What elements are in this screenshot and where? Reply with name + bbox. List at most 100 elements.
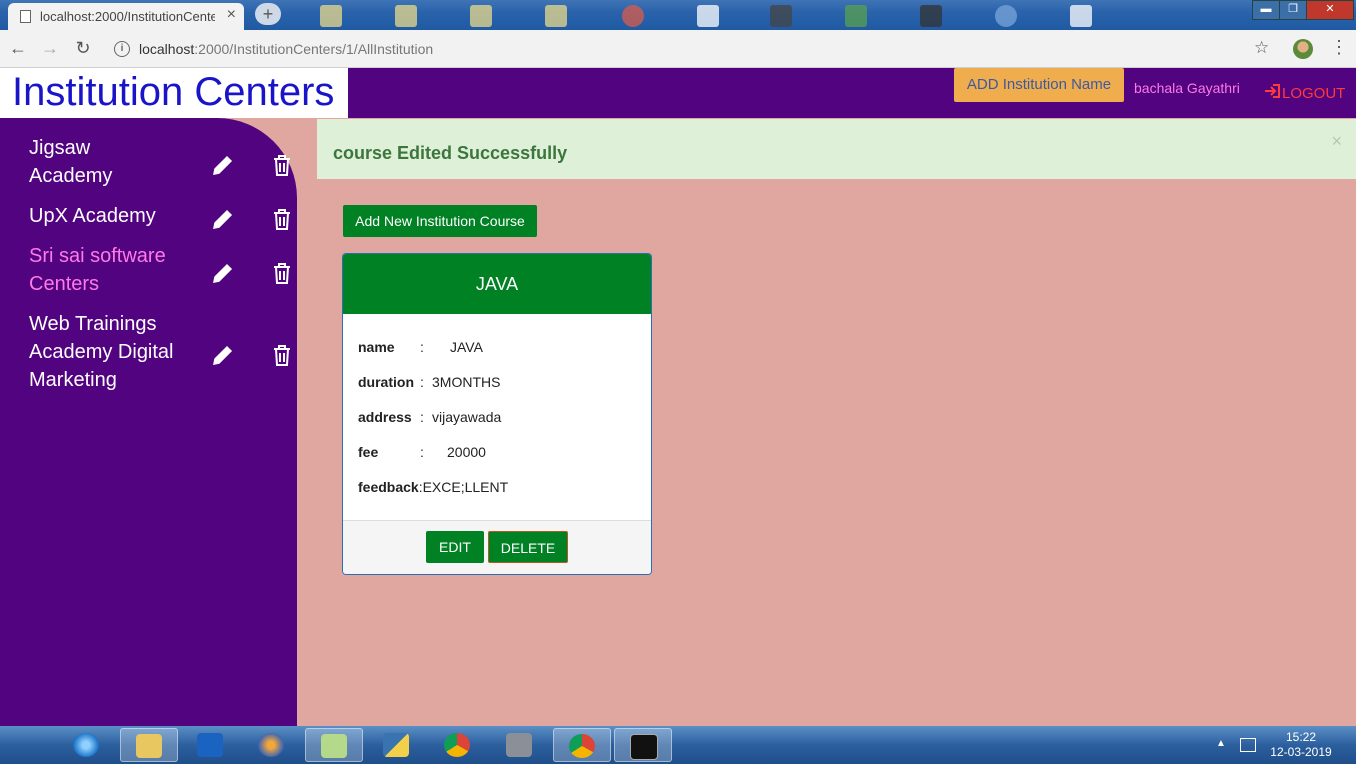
course-field-feedback: feedback:EXCE;LLENT	[358, 479, 508, 495]
chrome-icon	[444, 733, 470, 757]
course-title: JAVA	[343, 254, 651, 314]
field-label: feedback	[358, 479, 419, 495]
minimize-button[interactable]: ▬	[1252, 0, 1280, 20]
url-host: localhost	[139, 41, 195, 57]
taskbar-python[interactable]	[368, 728, 426, 762]
taskbar-notepad[interactable]	[305, 728, 363, 762]
brand-title: Institution Centers	[12, 70, 335, 114]
field-value: 20000	[447, 444, 486, 460]
sidebar-item-label: Centers	[29, 273, 100, 295]
sidebar-item-label: Marketing	[29, 369, 117, 391]
taskbar-deco	[697, 5, 719, 27]
taskbar-deco	[320, 5, 342, 27]
edit-pencil-icon[interactable]	[211, 207, 235, 231]
tray-arrow-icon[interactable]: ▲	[1216, 738, 1226, 749]
sidebar-item-label: Jigsaw	[29, 137, 91, 159]
database-icon	[506, 733, 532, 757]
taskbar-deco	[545, 5, 567, 27]
taskbar-deco	[622, 5, 644, 27]
success-alert: course Edited Successfully ×	[317, 119, 1356, 179]
page-icon	[20, 10, 31, 23]
taskbar-maxthon[interactable]	[182, 728, 240, 762]
taskbar-chrome[interactable]	[429, 728, 487, 762]
add-institution-button[interactable]: ADD Institution Name	[954, 68, 1124, 102]
terminal-icon	[630, 734, 658, 760]
field-value: 3MONTHS	[432, 374, 501, 390]
taskbar-deco	[995, 5, 1017, 27]
taskbar-deco	[845, 5, 867, 27]
taskbar-deco	[920, 5, 942, 27]
reload-icon[interactable]: ↻	[73, 38, 93, 58]
back-icon[interactable]: ←	[8, 38, 28, 58]
folder-icon	[136, 734, 162, 758]
maxthon-icon	[197, 733, 223, 757]
edit-pencil-icon[interactable]	[211, 343, 235, 367]
browser-tab-bar: localhost:2000/InstitutionCenters × + ▬ …	[0, 0, 1356, 30]
menu-kebab-icon[interactable]: ⋮	[1330, 37, 1348, 58]
url-text: localhost:2000/InstitutionCenters/1/AllI…	[139, 41, 433, 57]
course-card: JAVA name: JAVA duration:3MONTHS address:…	[342, 253, 652, 575]
chrome-icon	[569, 734, 595, 758]
network-icon[interactable]	[1240, 738, 1256, 752]
url-input[interactable]: i localhost:2000/InstitutionCenters/1/Al…	[106, 34, 1286, 63]
tab-title: localhost:2000/InstitutionCenters	[40, 9, 215, 24]
course-field-fee: fee: 20000	[358, 444, 486, 460]
bookmark-star-icon[interactable]: ☆	[1254, 38, 1269, 58]
clock-date: 12-03-2019	[1270, 745, 1332, 759]
sidebar-item-upx[interactable]: UpX Academy	[29, 202, 199, 230]
taskbar-terminal[interactable]	[614, 728, 672, 762]
alert-message: course Edited Successfully	[333, 143, 568, 163]
info-icon[interactable]: i	[114, 41, 130, 57]
delete-course-button[interactable]: DELETE	[488, 531, 568, 563]
course-card-footer: EDIT DELETE	[343, 520, 651, 574]
field-value: EXCE;LLENT	[422, 479, 509, 495]
app-icon	[258, 733, 284, 757]
field-separator: :	[420, 444, 424, 460]
taskbar-chrome-active[interactable]	[553, 728, 611, 762]
internet-explorer-icon	[73, 733, 99, 757]
delete-trash-icon[interactable]	[270, 153, 294, 177]
system-clock[interactable]: 15:22 12-03-2019	[1266, 730, 1336, 760]
sidebar-item-web-trainings[interactable]: Web Trainings Academy Digital Marketing	[29, 310, 199, 394]
course-field-name: name: JAVA	[358, 339, 483, 355]
edit-course-button[interactable]: EDIT	[426, 531, 484, 563]
alert-close-icon[interactable]: ×	[1331, 131, 1342, 152]
sidebar-item-sri-sai[interactable]: Sri sai software Centers	[29, 242, 199, 298]
field-label: name	[358, 339, 395, 355]
new-tab-button[interactable]: +	[255, 3, 281, 25]
field-label: address	[358, 409, 412, 425]
edit-pencil-icon[interactable]	[211, 261, 235, 285]
field-separator: :	[420, 374, 424, 390]
taskbar-internet-explorer[interactable]	[58, 728, 116, 762]
field-value: JAVA	[450, 339, 483, 355]
add-course-button[interactable]: Add New Institution Course	[343, 205, 537, 237]
window-close-button[interactable]: ✕	[1306, 0, 1354, 20]
profile-avatar[interactable]	[1293, 39, 1313, 59]
python-icon	[383, 733, 409, 757]
logout-link[interactable]: LOGOUT	[1264, 84, 1345, 102]
tab-close-icon[interactable]: ×	[227, 6, 236, 24]
taskbar-deco	[395, 5, 417, 27]
sidebar-item-label: Academy	[29, 165, 113, 187]
restore-button[interactable]: ❐	[1279, 0, 1307, 20]
forward-icon[interactable]: →	[40, 38, 60, 58]
edit-pencil-icon[interactable]	[211, 153, 235, 177]
app-header: Institution Centers ADD Institution Name…	[0, 68, 1356, 118]
delete-trash-icon[interactable]	[270, 207, 294, 231]
user-name: bachala Gayathri	[1134, 80, 1240, 96]
sidebar-item-jigsaw[interactable]: Jigsaw Academy	[29, 134, 199, 190]
browser-tab[interactable]: localhost:2000/InstitutionCenters ×	[8, 3, 244, 30]
logout-label: LOGOUT	[1282, 85, 1346, 102]
delete-trash-icon[interactable]	[270, 261, 294, 285]
sidebar-item-label: Sri sai software	[29, 245, 166, 267]
clock-time: 15:22	[1285, 730, 1317, 744]
delete-trash-icon[interactable]	[270, 343, 294, 367]
sidebar-item-label: Academy Digital	[29, 341, 174, 363]
logout-icon	[1264, 84, 1280, 102]
field-separator: :	[420, 339, 424, 355]
taskbar-database[interactable]	[491, 728, 549, 762]
taskbar-app[interactable]	[243, 728, 301, 762]
taskbar-file-explorer[interactable]	[120, 728, 178, 762]
brand-box: Institution Centers	[0, 68, 348, 118]
url-path: :2000/InstitutionCenters/1/AllInstitutio…	[194, 41, 434, 57]
